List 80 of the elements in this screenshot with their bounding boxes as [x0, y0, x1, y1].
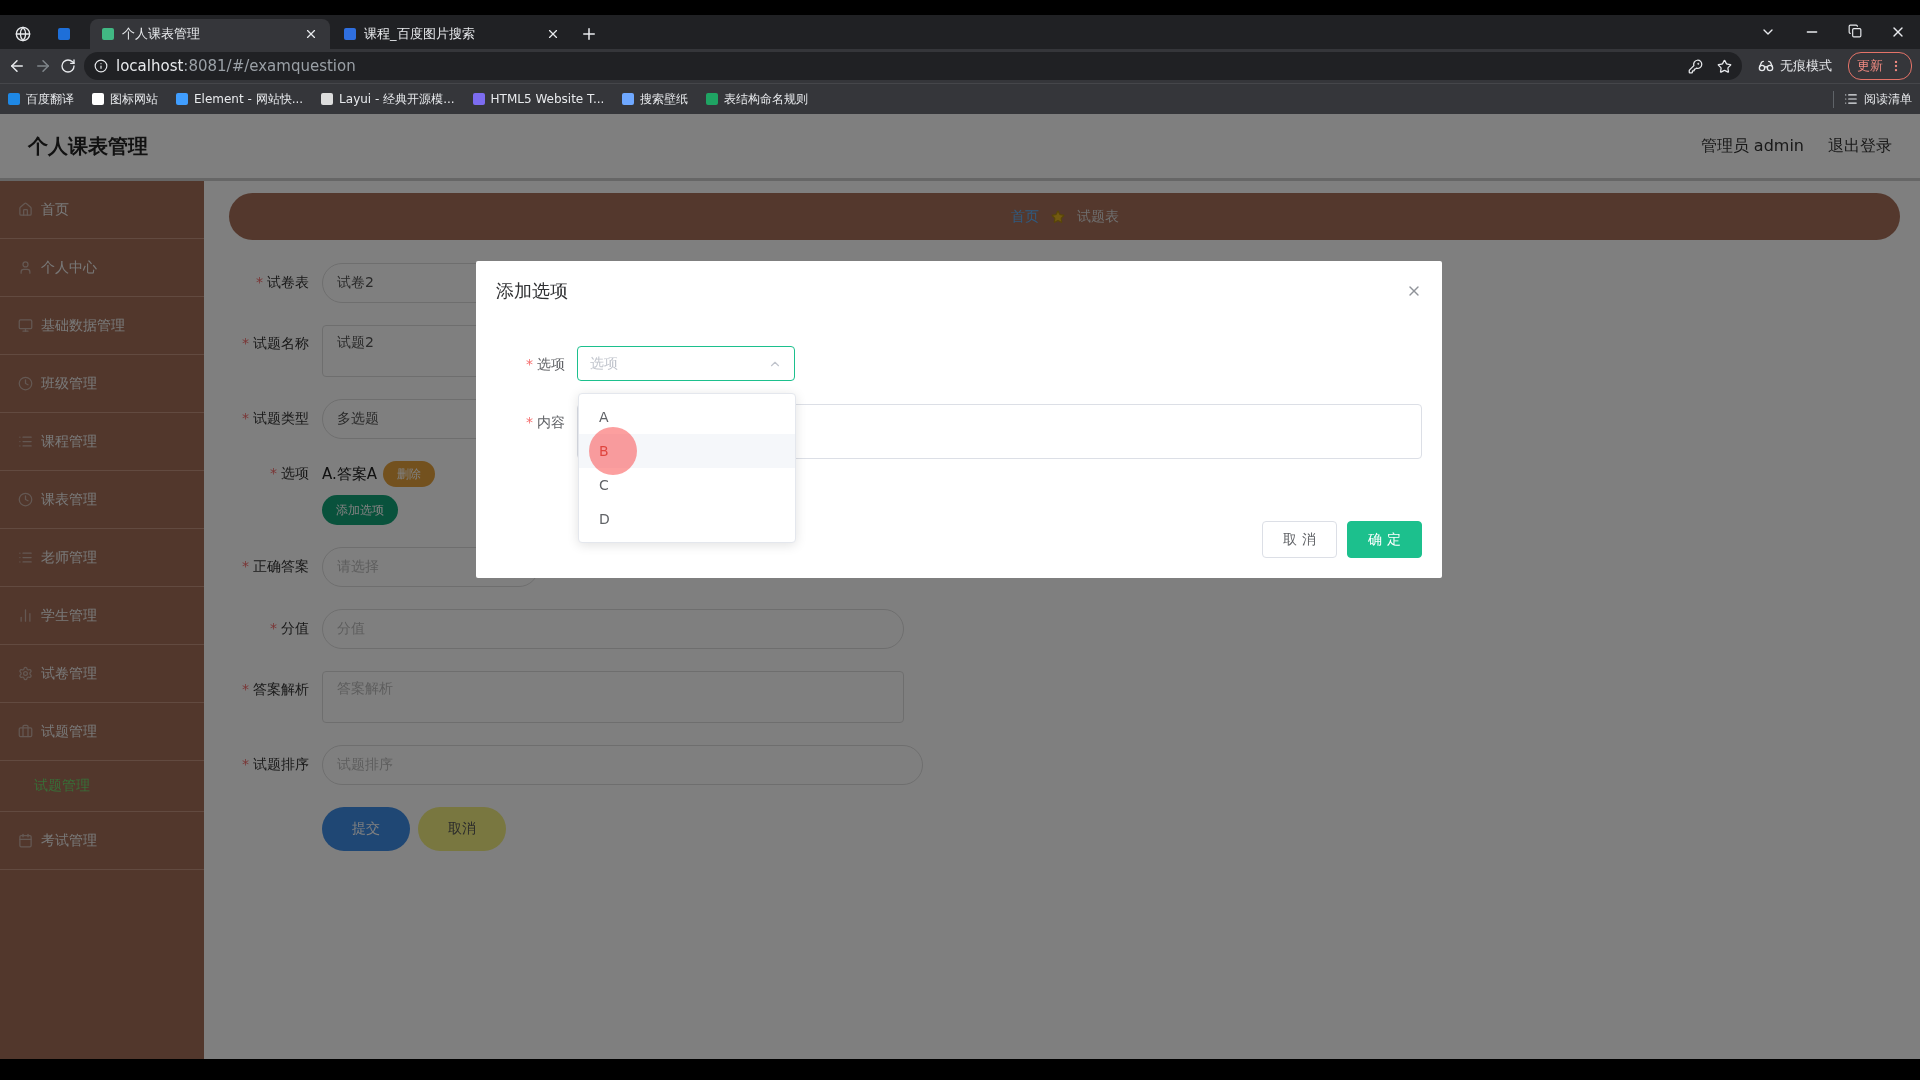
select-field[interactable]: 选项	[577, 346, 795, 381]
bookmark-item[interactable]: 搜索壁纸	[622, 90, 689, 108]
sidebar-item[interactable]: 课表管理	[0, 471, 204, 529]
tab-favicon-icon	[344, 28, 356, 40]
close-icon[interactable]	[546, 27, 560, 41]
monitor-icon	[18, 318, 33, 333]
sidebar-item[interactable]: 试题管理	[0, 703, 204, 761]
confirm-button[interactable]: 确 定	[1347, 521, 1422, 558]
cancel-button[interactable]: 取消	[418, 807, 506, 851]
list-icon	[1844, 92, 1858, 106]
list-icon	[18, 550, 33, 565]
sidebar-item[interactable]: 基础数据管理	[0, 297, 204, 355]
breadcrumb-current: 试题表	[1076, 207, 1119, 226]
field-label: * 试题名称	[241, 334, 309, 353]
briefcase-icon	[18, 724, 33, 739]
field-label: * 试题排序	[241, 756, 309, 774]
sidebar-item[interactable]: 首页	[0, 181, 204, 239]
gear-icon	[18, 666, 33, 681]
star-icon	[1050, 209, 1065, 224]
reading-list-button[interactable]: 阅读清单	[1833, 90, 1912, 108]
sidebar-item[interactable]: 班级管理	[0, 355, 204, 413]
update-button[interactable]: 更新	[1848, 52, 1912, 80]
home-icon	[18, 202, 33, 217]
bookmark-item[interactable]: 图标网站	[92, 90, 158, 108]
submit-button[interactable]: 提交	[322, 807, 410, 851]
app-title: 个人课表管理	[28, 132, 148, 160]
browser-tab[interactable]: 个人课表管理	[90, 19, 330, 49]
globe-icon[interactable]	[15, 26, 31, 42]
tab-favicon-icon	[102, 28, 114, 40]
dropdown-option[interactable]: B	[579, 434, 795, 468]
browser-tab[interactable]: 课程_百度图片搜索	[332, 19, 572, 49]
user-icon	[18, 260, 33, 275]
sidebar-item[interactable]: 考试管理	[0, 812, 204, 870]
click-highlight	[589, 427, 637, 475]
new-tab-icon[interactable]	[580, 25, 598, 43]
clock-icon	[18, 376, 33, 391]
bookmark-item[interactable]: Layui - 经典开源模...	[321, 90, 455, 108]
cancel-button[interactable]: 取 消	[1262, 521, 1337, 558]
sidebar-item[interactable]: 课程管理	[0, 413, 204, 471]
close-icon[interactable]	[304, 27, 318, 41]
clock-icon	[18, 492, 33, 507]
incognito-icon	[1758, 58, 1774, 74]
bookmark-item[interactable]: Element - 网站快...	[176, 90, 304, 108]
bookmark-item[interactable]: 表结构命名规则	[706, 90, 809, 108]
option-text: A.答案A	[322, 464, 378, 484]
sidebar-item[interactable]: 学生管理	[0, 587, 204, 645]
field-label: * 试卷表	[255, 274, 309, 292]
field-label: * 内容	[525, 413, 565, 432]
sidebar-item[interactable]: 试卷管理	[0, 645, 204, 703]
dialog-title: 添加选项	[496, 279, 568, 303]
logout-link[interactable]: 退出登录	[1828, 135, 1892, 157]
star-icon[interactable]	[1717, 58, 1732, 74]
delete-button[interactable]: 删除	[383, 461, 436, 487]
incognito-badge[interactable]: 无痕模式	[1750, 53, 1840, 79]
forward-icon[interactable]	[34, 57, 52, 75]
bookmark-item[interactable]: 百度翻译	[8, 90, 74, 108]
field-label: * 选项	[269, 464, 309, 483]
tab-favicon-icon	[58, 28, 70, 40]
user-label: 管理员 admin	[1700, 135, 1804, 157]
sidebar-item[interactable]: 个人中心	[0, 239, 204, 297]
field-label: * 选项	[525, 355, 565, 374]
field-label: * 答案解析	[241, 680, 309, 699]
field-label: * 试题类型	[241, 410, 309, 428]
restore-icon[interactable]	[1848, 24, 1862, 38]
add-option-button[interactable]: 添加选项	[322, 495, 398, 525]
breadcrumb-link[interactable]: 首页	[1010, 207, 1039, 226]
info-icon[interactable]	[94, 59, 108, 73]
sidebar-item[interactable]: 老师管理	[0, 529, 204, 587]
field-label: * 分值	[269, 620, 309, 638]
dropdown-option[interactable]: C	[579, 468, 795, 502]
calendar-icon	[18, 833, 33, 848]
field-label: * 正确答案	[241, 558, 309, 576]
list-icon	[18, 434, 33, 449]
key-icon[interactable]	[1688, 58, 1703, 74]
dropdown-option[interactable]: D	[579, 502, 795, 536]
bookmark-item[interactable]: HTML5 Website T...	[472, 92, 605, 106]
reload-icon[interactable]	[60, 58, 76, 74]
back-icon[interactable]	[8, 57, 26, 75]
bar-chart-icon	[18, 608, 33, 623]
address-bar[interactable]: localhost:8081/#/examquestion	[84, 52, 1742, 80]
